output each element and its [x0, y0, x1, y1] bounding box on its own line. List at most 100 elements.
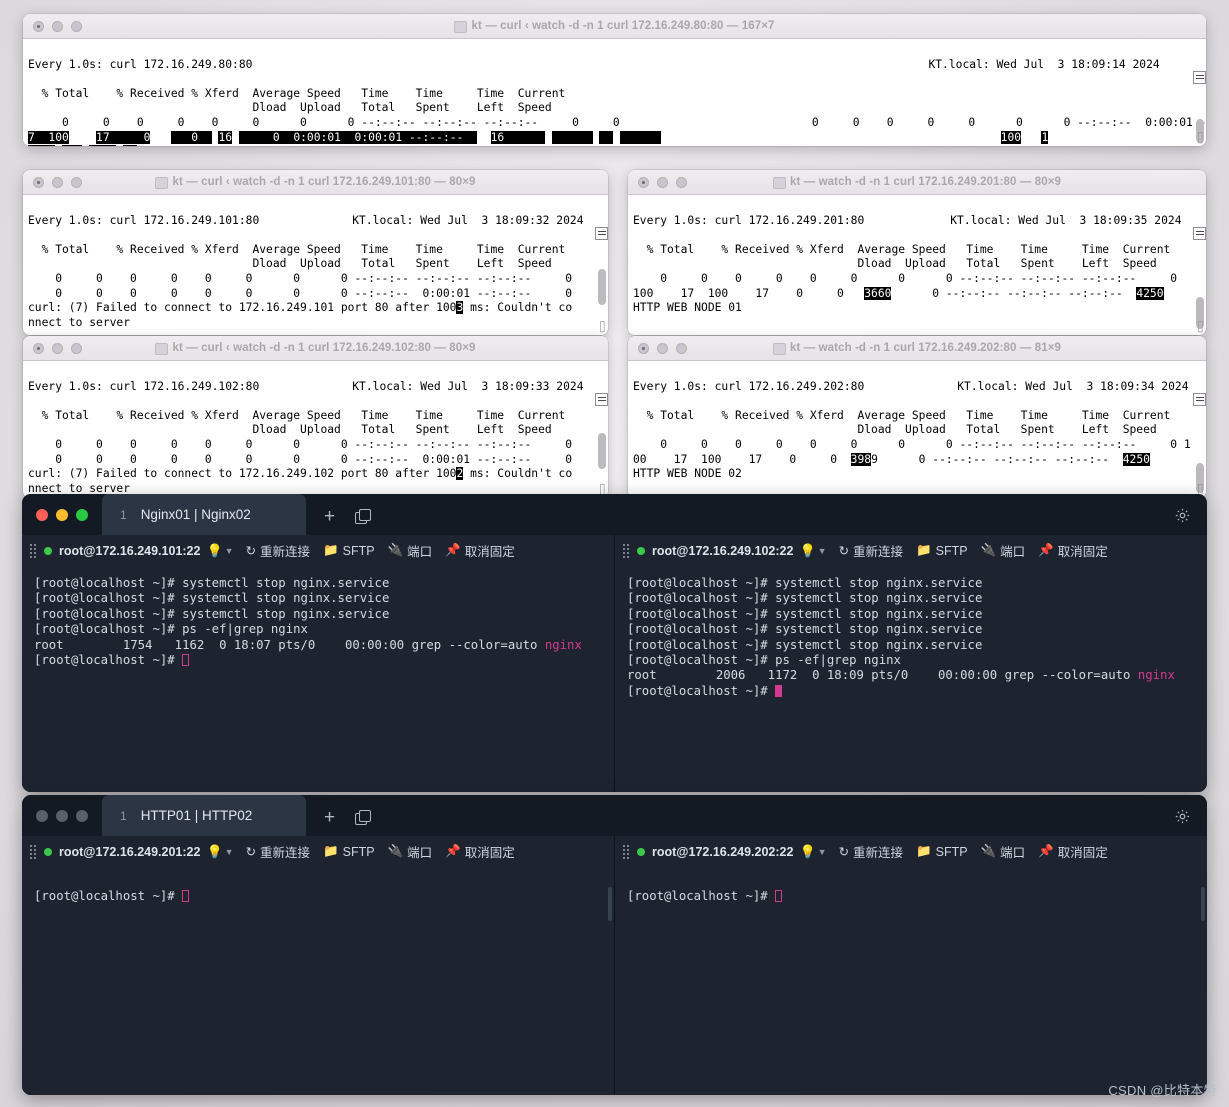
scrollbar[interactable]	[595, 363, 608, 497]
scrollbar-menu-icon[interactable]	[595, 227, 608, 241]
drag-handle-icon[interactable]	[623, 543, 629, 558]
terminal-content[interactable]: Every 1.0s: curl 172.16.249.102:80 KT.loc…	[23, 361, 608, 498]
close-button[interactable]	[36, 509, 48, 521]
titlebar[interactable]: kt — curl ‹ watch -d -n 1 curl 172.16.24…	[23, 336, 608, 361]
titlebar[interactable]: kt — curl ‹ watch -d -n 1 curl 172.16.24…	[23, 170, 608, 195]
drag-handle-icon[interactable]	[30, 543, 36, 558]
port-button[interactable]: 🔌 端口	[388, 541, 433, 560]
gear-icon[interactable]	[1174, 507, 1191, 524]
ssh-pane-102[interactable]: root@172.16.249.102:22 💡 ▼ ↻ 重新连接 📁 SFTP…	[614, 535, 1207, 792]
terminal-content[interactable]: Every 1.0s: curl 172.16.249.201:80 KT.loc…	[628, 195, 1206, 335]
terminal-content[interactable]: Every 1.0s: curl 172.16.249.80:80 KT.loca…	[23, 39, 1206, 146]
chevron-down-icon[interactable]: ▼	[818, 847, 827, 857]
drag-handle-icon[interactable]	[623, 844, 629, 859]
unpin-button[interactable]: 📌 取消固定	[445, 842, 515, 861]
window-controls[interactable]	[23, 342, 82, 354]
terminal-content[interactable]: Every 1.0s: curl 172.16.249.202:80 KT.loc…	[628, 361, 1206, 498]
reconnect-button[interactable]: ↻ 重新连接	[246, 842, 311, 861]
minimize-button[interactable]	[52, 342, 63, 354]
ssh-tabbar[interactable]: 1 Nginx01 | Nginx02 +	[22, 494, 1207, 535]
port-button[interactable]: 🔌 端口	[981, 842, 1026, 861]
zoom-button[interactable]	[71, 20, 82, 32]
bulb-icon[interactable]: 💡	[799, 543, 815, 559]
pane-toolbar[interactable]: root@172.16.249.102:22 💡 ▼ ↻ 重新连接 📁 SFTP…	[615, 535, 1207, 566]
port-button[interactable]: 🔌 端口	[388, 842, 433, 861]
pane-toolbar[interactable]: root@172.16.249.101:22 💡 ▼ ↻ 重新连接 📁 SFTP…	[22, 535, 614, 566]
ssh-tabbar[interactable]: 1 HTTP01 | HTTP02 +	[22, 795, 1207, 836]
scrollbar-menu-icon[interactable]	[1193, 227, 1206, 241]
new-tab-button[interactable]: +	[306, 507, 349, 535]
zoom-button[interactable]	[676, 342, 687, 354]
titlebar[interactable]: kt — watch -d -n 1 curl 172.16.249.202:8…	[628, 336, 1206, 361]
ssh-pane-201[interactable]: root@172.16.249.201:22 💡 ▼ ↻ 重新连接 📁 SFTP…	[22, 836, 614, 1095]
resize-handle[interactable]: ⌷	[599, 320, 606, 335]
scrollbar-menu-icon[interactable]	[595, 393, 608, 407]
unpin-button[interactable]: 📌 取消固定	[445, 541, 515, 560]
pane-toolbar[interactable]: root@172.16.249.201:22 💡 ▼ ↻ 重新连接 📁 SFTP…	[22, 836, 614, 867]
gear-icon[interactable]	[1174, 808, 1191, 825]
resize-handle[interactable]: ⌷	[1197, 320, 1204, 335]
drag-handle-icon[interactable]	[30, 844, 36, 859]
close-button[interactable]	[638, 176, 649, 188]
terminal-content[interactable]: Every 1.0s: curl 172.16.249.101:80 KT.loc…	[23, 195, 608, 335]
scrollbar[interactable]	[595, 197, 608, 334]
minimize-button[interactable]	[56, 509, 68, 521]
ssh-pane-202[interactable]: root@172.16.249.202:22 💡 ▼ ↻ 重新连接 📁 SFTP…	[614, 836, 1207, 1095]
ssh-window-nginx[interactable]: 1 Nginx01 | Nginx02 + root@172.16.249.10…	[22, 494, 1207, 792]
terminal-output[interactable]: [root@localhost ~]# systemctl stop nginx…	[615, 566, 1207, 792]
minimize-button[interactable]	[657, 342, 668, 354]
terminal-window-curl-101[interactable]: kt — curl ‹ watch -d -n 1 curl 172.16.24…	[23, 170, 608, 335]
chevron-down-icon[interactable]: ▼	[818, 546, 827, 556]
sftp-button[interactable]: 📁 SFTP	[323, 543, 375, 558]
split-layout-icon[interactable]	[355, 509, 372, 524]
close-button[interactable]	[36, 810, 48, 822]
terminal-output[interactable]: [root@localhost ~]#	[615, 867, 1207, 1095]
window-controls[interactable]	[22, 810, 102, 836]
scrollbar-menu-icon[interactable]	[1193, 393, 1206, 407]
chevron-down-icon[interactable]: ▼	[225, 847, 234, 857]
window-controls[interactable]	[22, 509, 102, 535]
zoom-button[interactable]	[76, 810, 88, 822]
ssh-window-http[interactable]: 1 HTTP01 | HTTP02 + root@172.16.249.201:…	[22, 795, 1207, 1095]
window-controls[interactable]	[23, 20, 82, 32]
ssh-tab-http[interactable]: 1 HTTP01 | HTTP02	[102, 795, 306, 836]
ssh-tab-nginx[interactable]: 1 Nginx01 | Nginx02	[102, 494, 306, 535]
window-controls[interactable]	[628, 342, 687, 354]
port-button[interactable]: 🔌 端口	[981, 541, 1026, 560]
sftp-button[interactable]: 📁 SFTP	[323, 844, 375, 859]
pane-toolbar[interactable]: root@172.16.249.202:22 💡 ▼ ↻ 重新连接 📁 SFTP…	[615, 836, 1207, 867]
terminal-output[interactable]: [root@localhost ~]# systemctl stop nginx…	[22, 566, 614, 792]
scrollbar[interactable]	[1193, 197, 1206, 334]
minimize-button[interactable]	[56, 810, 68, 822]
bulb-icon[interactable]: 💡	[799, 844, 815, 860]
scrollbar-thumb[interactable]	[1201, 887, 1205, 921]
new-tab-button[interactable]: +	[306, 808, 349, 836]
scrollbar-menu-icon[interactable]	[1193, 71, 1206, 85]
scrollbar-thumb[interactable]	[598, 433, 606, 469]
terminal-window-curl-201[interactable]: kt — watch -d -n 1 curl 172.16.249.201:8…	[628, 170, 1206, 335]
titlebar[interactable]: kt — watch -d -n 1 curl 172.16.249.201:8…	[628, 170, 1206, 195]
zoom-button[interactable]	[71, 342, 82, 354]
reconnect-button[interactable]: ↻ 重新连接	[246, 541, 311, 560]
close-button[interactable]	[638, 342, 649, 354]
sftp-button[interactable]: 📁 SFTP	[916, 844, 968, 859]
chevron-down-icon[interactable]: ▼	[225, 546, 234, 556]
split-layout-icon[interactable]	[355, 810, 372, 825]
scrollbar[interactable]	[1193, 363, 1206, 497]
terminal-window-curl-202[interactable]: kt — watch -d -n 1 curl 172.16.249.202:8…	[628, 336, 1206, 498]
terminal-output[interactable]: [root@localhost ~]#	[22, 867, 614, 1095]
window-controls[interactable]	[23, 176, 82, 188]
reconnect-button[interactable]: ↻ 重新连接	[839, 842, 904, 861]
terminal-window-curl-102[interactable]: kt — curl ‹ watch -d -n 1 curl 172.16.24…	[23, 336, 608, 498]
ssh-pane-101[interactable]: root@172.16.249.101:22 💡 ▼ ↻ 重新连接 📁 SFTP…	[22, 535, 614, 792]
zoom-button[interactable]	[76, 509, 88, 521]
titlebar[interactable]: kt — curl ‹ watch -d -n 1 curl 172.16.24…	[23, 14, 1206, 39]
zoom-button[interactable]	[676, 176, 687, 188]
bulb-icon[interactable]: 💡	[206, 844, 222, 860]
close-button[interactable]	[33, 20, 44, 32]
unpin-button[interactable]: 📌 取消固定	[1038, 842, 1108, 861]
close-button[interactable]	[33, 176, 44, 188]
scrollbar-thumb[interactable]	[608, 887, 612, 921]
close-button[interactable]	[33, 342, 44, 354]
minimize-button[interactable]	[657, 176, 668, 188]
